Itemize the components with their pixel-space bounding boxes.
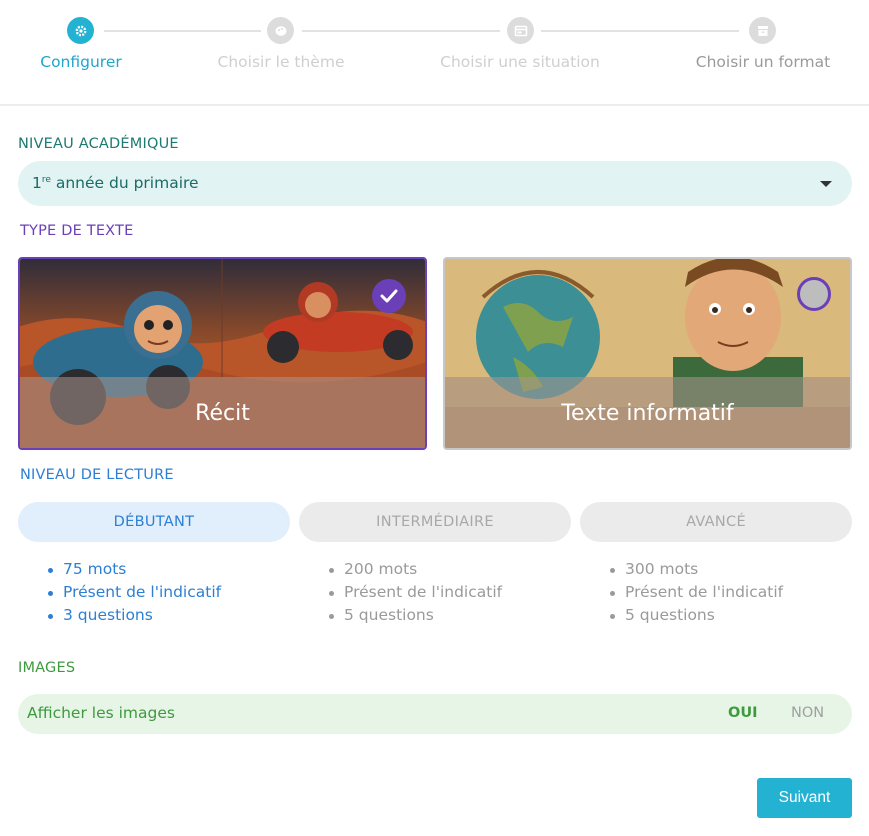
level-details-intermediaire: 200 mots Présent de l'indicatif 5 questi… [327,558,502,627]
step-label-format[interactable]: Choisir un format [680,53,846,71]
step-label-situation[interactable]: Choisir une situation [420,53,620,71]
academic-level-title: NIVEAU ACADÉMIQUE [18,136,179,152]
list-item: Présent de l'indicatif [46,581,221,604]
level-pill-intermediaire[interactable]: INTERMÉDIAIRE [299,502,571,542]
images-toggle-row: Afficher les images OUI NON [18,694,852,734]
reading-level-title: NIVEAU DE LECTURE [20,467,174,483]
dropdown-arrow-icon [820,181,832,187]
checkmark-icon[interactable] [372,279,406,313]
step-format[interactable] [749,17,776,44]
images-label: Afficher les images [27,704,175,722]
unchecked-radio-icon[interactable] [797,277,831,311]
text-type-title: TYPE DE TEXTE [20,223,134,239]
step-label-configure[interactable]: Configurer [20,53,142,71]
stepper-connector [541,30,739,32]
palette-icon [275,25,286,36]
list-item: 5 questions [327,604,502,627]
gear-icon [75,25,86,36]
archive-icon [757,25,768,36]
academic-level-select[interactable]: 1re année du primaire [18,161,852,206]
window-icon [514,25,527,36]
next-button[interactable]: Suivant [757,778,852,818]
text-type-card-informatif[interactable]: Texte informatif [443,257,852,450]
step-situation[interactable] [507,17,534,44]
list-item: 300 mots [608,558,783,581]
list-item: Présent de l'indicatif [327,581,502,604]
level-details-avance: 300 mots Présent de l'indicatif 5 questi… [608,558,783,627]
academic-level-value: 1re année du primaire [32,174,199,192]
text-type-card-recit[interactable]: Récit [18,257,427,450]
images-no-option[interactable]: NON [791,705,824,721]
stepper-connector [104,30,261,32]
step-theme[interactable] [267,17,294,44]
images-yes-option[interactable]: OUI [728,705,758,721]
level-pill-avance[interactable]: AVANCÉ [580,502,852,542]
images-title: IMAGES [18,660,76,676]
step-configure[interactable] [67,17,94,44]
list-item: 3 questions [46,604,221,627]
level-pill-debutant[interactable]: DÉBUTANT [18,502,290,542]
list-item: Présent de l'indicatif [608,581,783,604]
level-details-debutant: 75 mots Présent de l'indicatif 3 questio… [46,558,221,627]
list-item: 200 mots [327,558,502,581]
list-item: 5 questions [608,604,783,627]
step-label-theme[interactable]: Choisir le thème [200,53,362,71]
card-label-recit: Récit [195,401,250,426]
stepper-connector [302,30,500,32]
card-label-informatif: Texte informatif [561,401,734,426]
list-item: 75 mots [46,558,221,581]
header-divider [0,104,869,106]
